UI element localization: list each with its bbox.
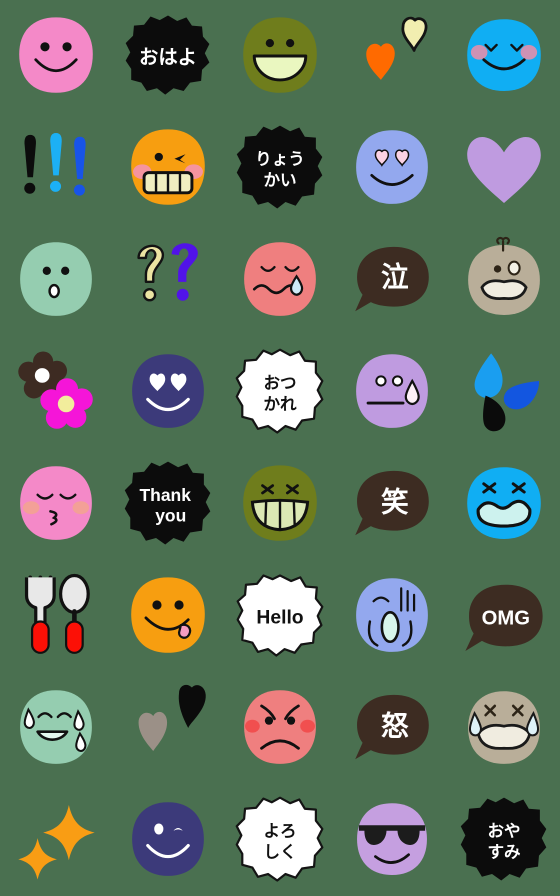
emoji-cell-blue-distressed-face[interactable]: [448, 448, 560, 560]
emoji-cell-hello-text-bubble[interactable]: Hello: [224, 560, 336, 672]
emoji-cell-navy-heart-eyes-smile[interactable]: [112, 336, 224, 448]
emoji-cell-mint-surprised-face[interactable]: [0, 224, 112, 336]
emoji-cell-salmon-crying-face[interactable]: [224, 224, 336, 336]
emoji-cell-purple-heart[interactable]: [448, 112, 560, 224]
ohayo-text: おはよ: [139, 45, 197, 68]
emoji-cell-warau-text-bubble[interactable]: 笑: [336, 448, 448, 560]
emoji-cell-pink-kiss-face[interactable]: [0, 448, 112, 560]
oyasumi-line-1: おや: [487, 821, 520, 840]
emoji-cell-naku-text-bubble[interactable]: 泣: [336, 224, 448, 336]
emoji-cell-olive-open-mouth-smile[interactable]: [224, 0, 336, 112]
otsukare-line-2: かれ: [263, 394, 297, 413]
emoji-cell-double-question-marks[interactable]: [112, 224, 224, 336]
emoji-cell-blue-blushing-smile[interactable]: [448, 0, 560, 112]
emoji-cell-otsukare-text-bubble[interactable]: おつ かれ: [224, 336, 336, 448]
naku-text: 泣: [381, 260, 409, 293]
emoji-cell-sparkles[interactable]: [0, 784, 112, 896]
thank-you-line-1: Thank: [140, 485, 192, 505]
yoroshiku-line-2: しく: [263, 842, 296, 861]
otsukare-line-1: おつ: [263, 373, 296, 392]
emoji-cell-black-grey-hearts[interactable]: [112, 672, 224, 784]
yoroshiku-line-1: よろ: [263, 821, 296, 840]
ryoukai-line-2: かい: [263, 170, 296, 189]
emoji-cell-pink-smiley-face[interactable]: pink-smiley-face: [0, 0, 112, 112]
emoji-cell-ikari-text-bubble[interactable]: 怒: [336, 672, 448, 784]
emoji-cell-three-exclamation-marks[interactable]: [0, 112, 112, 224]
emoji-cell-yoroshiku-text-bubble[interactable]: よろ しく: [224, 784, 336, 896]
oyasumi-line-2: すみ: [487, 842, 521, 861]
emoji-cell-thank-you-text-bubble[interactable]: Thank you: [112, 448, 224, 560]
emoji-cell-lavender-sweat-face[interactable]: [336, 336, 448, 448]
emoji-cell-salmon-angry-face[interactable]: [224, 672, 336, 784]
emoji-cell-navy-wink-smile-face[interactable]: [112, 784, 224, 896]
emoji-cell-periwinkle-shock-face[interactable]: [336, 560, 448, 672]
emoji-cell-ohayo-text-bubble[interactable]: おはよ: [112, 0, 224, 112]
ryoukai-line-1: りょう: [255, 149, 305, 168]
emoji-cell-two-flowers[interactable]: [0, 336, 112, 448]
emoji-cell-water-droplets[interactable]: [448, 336, 560, 448]
emoji-cell-periwinkle-heart-eyes[interactable]: [336, 112, 448, 224]
emoji-cell-purple-sunglasses-face[interactable]: [336, 784, 448, 896]
emoji-cell-oyasumi-text-bubble[interactable]: おや すみ: [448, 784, 560, 896]
emoji-cell-orange-grin-wink-face[interactable]: [112, 112, 224, 224]
warau-text: 笑: [381, 485, 409, 518]
emoji-cell-taupe-sobbing-face[interactable]: [448, 672, 560, 784]
hello-text: Hello: [256, 607, 303, 628]
emoji-cell-fork-and-spoon[interactable]: [0, 560, 112, 672]
emoji-cell-ryoukai-text-bubble[interactable]: りょう かい: [224, 112, 336, 224]
emoji-cell-mint-nervous-smile-face[interactable]: [0, 672, 112, 784]
thank-you-line-2: you: [155, 505, 186, 525]
omg-text: OMG: [482, 607, 530, 629]
emoji-cell-olive-teeth-grin-face[interactable]: [224, 448, 336, 560]
ikari-text: 怒: [381, 709, 409, 742]
emoji-cell-taupe-shocked-face[interactable]: [448, 224, 560, 336]
emoji-cell-orange-tongue-smiley[interactable]: [112, 560, 224, 672]
emoji-cell-orange-cream-hearts[interactable]: [336, 0, 448, 112]
emoji-grid: pink-smiley-face おはよ: [0, 0, 560, 896]
emoji-cell-omg-text-bubble[interactable]: OMG: [448, 560, 560, 672]
